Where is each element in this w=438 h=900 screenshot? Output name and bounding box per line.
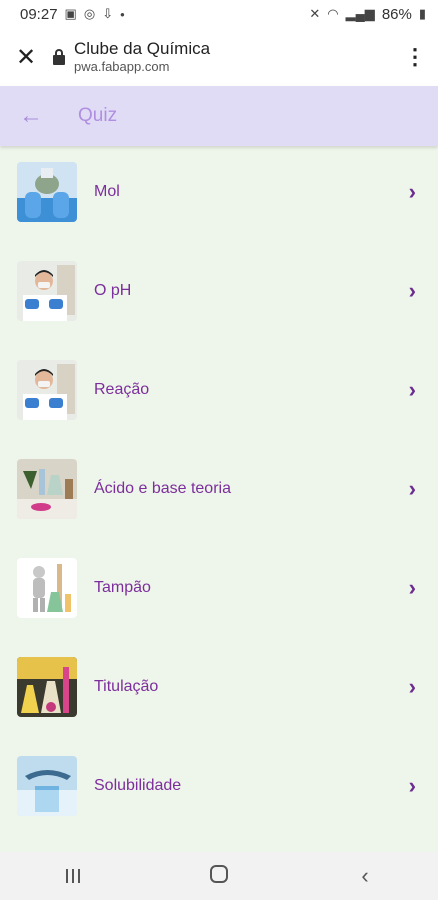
item-label: Solubilidade xyxy=(94,777,182,794)
close-icon[interactable]: ✕ xyxy=(0,43,52,72)
battery-icon: ▮ xyxy=(418,6,426,21)
lab-technician-thumbnail xyxy=(17,261,77,321)
list-item[interactable]: Reação › xyxy=(0,360,438,420)
lab-technician-thumbnail xyxy=(17,360,77,420)
image-icon: ▣ xyxy=(64,6,77,21)
app-title: Quiz xyxy=(78,105,118,126)
browser-url-bar: ✕ Clube da Química pwa.fabapp.com ⋮ xyxy=(0,28,438,86)
list-item[interactable]: Mol › xyxy=(0,162,438,222)
status-bar: 09:27 ▣ ◎ ⇩ • ✕ ◠ ▂▄▆ 86% ▮ xyxy=(0,0,438,28)
chevron-right-icon: › xyxy=(408,179,416,204)
list-item[interactable]: O pH › xyxy=(0,261,438,321)
item-label: Mol xyxy=(94,183,120,200)
system-nav-bar: ‹ xyxy=(0,852,438,900)
list-item[interactable]: Titulação › xyxy=(0,657,438,717)
home-icon[interactable] xyxy=(179,863,259,889)
item-label: Tampão xyxy=(94,579,151,596)
chevron-right-icon: › xyxy=(408,377,416,402)
chevron-right-icon: › xyxy=(408,773,416,798)
wifi-icon: ◠ xyxy=(327,6,339,21)
more-options-icon[interactable]: ⋮ xyxy=(392,44,438,70)
list-item[interactable]: Solubilidade › xyxy=(0,756,438,816)
recents-icon[interactable] xyxy=(33,863,113,889)
lab-gloves-thumbnail xyxy=(17,162,77,222)
quiz-list: Mol › O pH › Reação › Ácido e base teori… xyxy=(0,146,438,852)
titration-flasks-thumbnail xyxy=(17,657,77,717)
download-icon: ⇩ xyxy=(102,6,114,21)
back-icon[interactable]: ‹ xyxy=(325,863,405,889)
chevron-right-icon: › xyxy=(408,476,416,501)
lock-icon xyxy=(52,49,66,65)
back-arrow-icon[interactable]: ← xyxy=(0,102,62,130)
whatsapp-icon: ◎ xyxy=(83,6,96,21)
chevron-right-icon: › xyxy=(408,278,416,303)
lab-glassware-thumbnail xyxy=(17,459,77,519)
mute-icon: ✕ xyxy=(309,6,321,21)
figure-with-flasks-thumbnail xyxy=(17,558,77,618)
list-item[interactable]: Ácido e base teoria › xyxy=(0,459,438,519)
battery-percent: 86% xyxy=(381,5,412,23)
url-info[interactable]: Clube da Química pwa.fabapp.com xyxy=(74,39,392,75)
page-domain: pwa.fabapp.com xyxy=(74,59,170,74)
page-title: Clube da Química xyxy=(74,39,211,58)
app-bar: ← Quiz xyxy=(0,86,438,146)
chevron-right-icon: › xyxy=(408,575,416,600)
item-label: O pH xyxy=(94,282,132,299)
signal-icon: ▂▄▆ xyxy=(345,6,375,21)
status-time: 09:27 xyxy=(20,5,58,23)
item-label: Ácido e base teoria xyxy=(94,480,231,497)
dot-icon: • xyxy=(120,6,125,22)
item-label: Reação xyxy=(94,381,150,398)
item-label: Titulação xyxy=(94,678,159,695)
list-item[interactable]: Tampão › xyxy=(0,558,438,618)
chevron-right-icon: › xyxy=(408,674,416,699)
water-glass-thumbnail xyxy=(17,756,77,816)
